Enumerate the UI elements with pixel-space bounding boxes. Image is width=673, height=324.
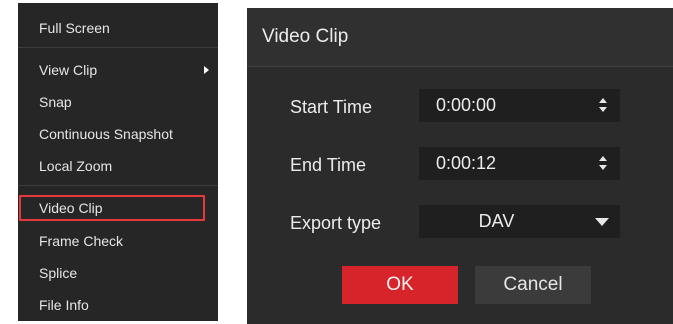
menu-item-label: Local Zoom bbox=[39, 158, 113, 174]
spin-up-icon[interactable] bbox=[599, 156, 607, 161]
menu-separator bbox=[18, 47, 218, 48]
menu-item-label: File Info bbox=[39, 297, 89, 313]
menu-item-continuous-snapshot[interactable]: Continuous Snapshot bbox=[18, 119, 218, 149]
video-clip-dialog: Video Clip Start Time 0:00:00 End Time 0… bbox=[247, 8, 673, 324]
ok-button[interactable]: OK bbox=[342, 266, 458, 304]
spinner-icon[interactable] bbox=[599, 154, 609, 174]
start-time-field[interactable]: 0:00:00 bbox=[419, 89, 620, 122]
cancel-button[interactable]: Cancel bbox=[475, 266, 591, 304]
dialog-title: Video Clip bbox=[262, 26, 349, 47]
export-type-label: Export type bbox=[290, 213, 382, 233]
chevron-down-icon[interactable] bbox=[595, 218, 609, 226]
spin-down-icon[interactable] bbox=[599, 165, 607, 170]
start-time-value: 0:00:00 bbox=[436, 95, 497, 115]
spin-up-icon[interactable] bbox=[599, 98, 607, 103]
menu-item-label: View Clip bbox=[39, 62, 98, 78]
menu-item-label: Video Clip bbox=[39, 200, 103, 216]
menu-item-file-info[interactable]: File Info bbox=[18, 290, 218, 320]
menu-item-snap[interactable]: Snap bbox=[18, 87, 218, 117]
start-time-label: Start Time bbox=[290, 97, 373, 117]
export-type-select[interactable]: DAV bbox=[419, 205, 620, 238]
spinner-icon[interactable] bbox=[599, 96, 609, 116]
menu-item-local-zoom[interactable]: Local Zoom bbox=[18, 151, 218, 181]
menu-item-label: Continuous Snapshot bbox=[39, 126, 173, 142]
menu-item-label: Frame Check bbox=[39, 233, 124, 249]
context-menu: Full Screen View Clip Snap Continuous Sn… bbox=[18, 3, 218, 321]
menu-item-view-clip[interactable]: View Clip bbox=[18, 55, 218, 85]
menu-item-video-clip[interactable]: Video Clip bbox=[18, 193, 218, 223]
menu-item-frame-check[interactable]: Frame Check bbox=[18, 226, 218, 256]
menu-item-splice[interactable]: Splice bbox=[18, 258, 218, 288]
menu-item-full-screen[interactable]: Full Screen bbox=[18, 13, 218, 43]
menu-item-label: Snap bbox=[39, 94, 72, 110]
spin-down-icon[interactable] bbox=[599, 107, 607, 112]
menu-item-label: Splice bbox=[39, 265, 78, 281]
end-time-value: 0:00:12 bbox=[436, 153, 497, 173]
export-type-value: DAV bbox=[478, 211, 515, 231]
dialog-title-bar: Video Clip bbox=[247, 8, 673, 67]
menu-item-label: Full Screen bbox=[39, 20, 110, 36]
end-time-field[interactable]: 0:00:12 bbox=[419, 147, 620, 180]
submenu-arrow-icon bbox=[204, 66, 209, 74]
end-time-label: End Time bbox=[290, 155, 367, 175]
menu-separator bbox=[18, 185, 218, 186]
